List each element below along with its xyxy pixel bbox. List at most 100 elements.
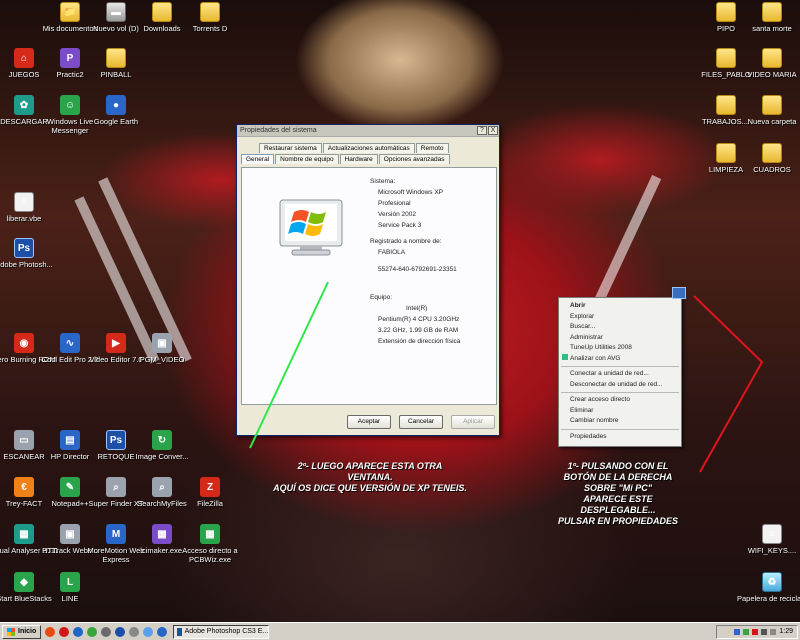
tab-nombre-equipo[interactable]: Nombre de equipo: [275, 154, 339, 164]
super-finder-xt-icon: ⌕: [106, 477, 126, 497]
practic2-icon: P: [60, 48, 80, 68]
menu-separator: [561, 428, 679, 430]
tab-remoto[interactable]: Remoto: [415, 143, 449, 153]
green-arrow-line: [249, 281, 329, 449]
desktop-icon-line[interactable]: L LINE: [34, 572, 106, 603]
tab-row-top: Restaurar sistema Actualizaciones automá…: [259, 143, 450, 153]
clock[interactable]: 1:29: [779, 628, 793, 635]
desktop-icon-santa-morte[interactable]: santa morte: [736, 2, 800, 33]
menu-item-conectar-red[interactable]: Conectar a unidad de red...: [559, 369, 681, 380]
registrado-id: 55274-640-6792691-23351: [378, 266, 457, 273]
apply-button[interactable]: Aplicar: [451, 415, 495, 429]
opera-icon[interactable]: [59, 626, 70, 637]
volume-icon[interactable]: [761, 628, 768, 635]
menu-item-cambiar-nombre[interactable]: Cambiar nombre: [559, 416, 681, 427]
desktop-icon-nueva-carpeta[interactable]: Nueva carpeta: [736, 95, 800, 126]
santa-morte-icon: [762, 2, 782, 22]
firefox-icon[interactable]: [45, 626, 56, 637]
desktop-icon-google-earth[interactable]: ● Google Earth: [80, 95, 152, 126]
video-maria-icon: [762, 48, 782, 68]
tab-row-bottom: General Nombre de equipo Hardware Opcion…: [241, 154, 451, 164]
adobe-photoshop-icon: Ps: [14, 238, 34, 258]
nero-burning-rom-icon: ◉: [14, 333, 34, 353]
sistema-line: Versión 2002: [378, 211, 416, 218]
desktop-icon-label: VIDEO MARIA: [747, 70, 797, 79]
trabajos-icon: [716, 95, 736, 115]
tray-icon[interactable]: [743, 628, 750, 635]
desktop-icon-papelera[interactable]: ♻ Papelera de reciclaje: [736, 572, 800, 603]
desktop-icon-pgm-video[interactable]: ▣ PGM_VIDEO: [126, 333, 198, 364]
quicklaunch-icon[interactable]: [129, 626, 140, 637]
tab-opciones-avanzadas[interactable]: Opciones avanzadas: [378, 154, 450, 164]
annotation-line: 1º- PULSANDO CON EL: [567, 461, 669, 471]
menu-item-crear-acceso[interactable]: Crear acceso directo: [559, 395, 681, 406]
tray-icon[interactable]: [752, 628, 759, 635]
filezilla-icon: Z: [200, 477, 220, 497]
equipo-line: Pentium(R) 4 CPU 3.20GHz: [378, 316, 460, 323]
task-photoshop[interactable]: Adobe Photoshop CS3 E...: [173, 624, 270, 639]
desktop-icon-label: Acceso directo a PCBWiz.exe: [182, 546, 238, 564]
skype-icon[interactable]: [143, 626, 154, 637]
start-button[interactable]: Inicio: [2, 624, 42, 639]
equipo-line: Extensión de dirección física: [378, 338, 461, 345]
system-tray: 1:29: [716, 624, 798, 639]
desktop-icon-cuadros[interactable]: CUADROS: [736, 143, 800, 174]
desktop-icon-video-maria[interactable]: VIDEO MARIA: [736, 48, 800, 79]
limpieza-icon: [716, 143, 736, 163]
menu-item-eliminar[interactable]: Eliminar: [559, 406, 681, 417]
avg-icon: [562, 353, 568, 360]
red-arrow-line: [693, 295, 764, 473]
tab-restaurar-sistema[interactable]: Restaurar sistema: [259, 143, 322, 153]
tab-hardware[interactable]: Hardware: [339, 154, 378, 164]
video-editor-icon: ▶: [106, 333, 126, 353]
menu-item-administrar[interactable]: Administrar: [559, 333, 681, 344]
menu-item-propiedades[interactable]: Propiedades: [559, 432, 681, 443]
desktop-icon-adobe-photoshop[interactable]: Ps Adobe Photosh...: [0, 238, 60, 269]
tab-actualizaciones[interactable]: Actualizaciones automáticas: [322, 143, 415, 153]
menu-item-abrir[interactable]: Abrir: [559, 301, 681, 312]
menu-item-tuneup[interactable]: TuneUp Utilities 2008: [559, 343, 681, 354]
network-icon[interactable]: [770, 628, 777, 635]
menu-separator: [561, 392, 679, 393]
downloads-icon: [152, 2, 172, 22]
tray-icon[interactable]: [734, 628, 741, 635]
accept-button[interactable]: Aceptar: [347, 415, 391, 429]
chrome-icon[interactable]: [87, 626, 98, 637]
menu-item-explorar[interactable]: Explorar: [559, 312, 681, 323]
cancel-button[interactable]: Cancelar: [399, 415, 443, 429]
start-label: Inicio: [18, 628, 37, 635]
escanear-icon: ▭: [14, 430, 34, 450]
menu-item-buscar[interactable]: Buscar...: [559, 322, 681, 333]
dialog-titlebar[interactable]: Propiedades del sistema ? X: [237, 125, 499, 137]
tab-general[interactable]: General: [241, 154, 275, 164]
desktop-icon-torrents-d[interactable]: Torrents D: [174, 2, 246, 33]
menu-item-avg[interactable]: Analizar con AVG: [559, 353, 681, 365]
taskbar: Inicio Adobe Photoshop CS3 E... 1:29: [0, 622, 800, 640]
searchmyfiles-icon: ⌕: [152, 477, 172, 497]
desktop-icon-pcbwiz[interactable]: ▦ Acceso directo a PCBWiz.exe: [174, 524, 246, 564]
desktop-icon-wifi-keys[interactable]: ≡ WIFI_KEYS....: [736, 524, 800, 555]
desktop-icon-image-converter[interactable]: ↻ Image Conver...: [126, 430, 198, 461]
desktop-icon-label: Torrents D: [192, 24, 228, 33]
mi-pc-icon[interactable]: [672, 287, 686, 299]
close-button[interactable]: X: [488, 126, 498, 135]
desktop-icon-filezilla[interactable]: Z FileZilla: [174, 477, 246, 508]
photoshop-quick-icon[interactable]: [115, 626, 126, 637]
papelera-icon: ♻: [762, 572, 782, 592]
help-button[interactable]: ?: [477, 126, 487, 135]
task-label: Adobe Photoshop CS3 E...: [184, 627, 269, 635]
dialog-title: Propiedades del sistema: [240, 127, 317, 134]
annotation-line: 2º- LUEGO APARECE ESTA OTRA: [297, 461, 443, 471]
menu-item-desconectar-red[interactable]: Desconectar de unidad de red...: [559, 380, 681, 391]
desktop-icon-pinball[interactable]: PINBALL: [80, 48, 152, 79]
retoque-icon: Ps: [106, 430, 126, 450]
nuevo-vol-d-icon: ▬: [106, 2, 126, 22]
ie-icon[interactable]: [73, 626, 84, 637]
desktop-icon-label: LINE: [61, 594, 79, 603]
desktop-icon-liberar-vbe[interactable]: ≡ liberar.vbe: [0, 192, 60, 223]
quicklaunch-icon[interactable]: [157, 626, 168, 637]
desktop-icon-label: santa morte: [752, 24, 792, 33]
image-converter-icon: ↻: [152, 430, 172, 450]
pcbwiz-icon: ▦: [200, 524, 220, 544]
quicklaunch-icon[interactable]: [101, 626, 112, 637]
